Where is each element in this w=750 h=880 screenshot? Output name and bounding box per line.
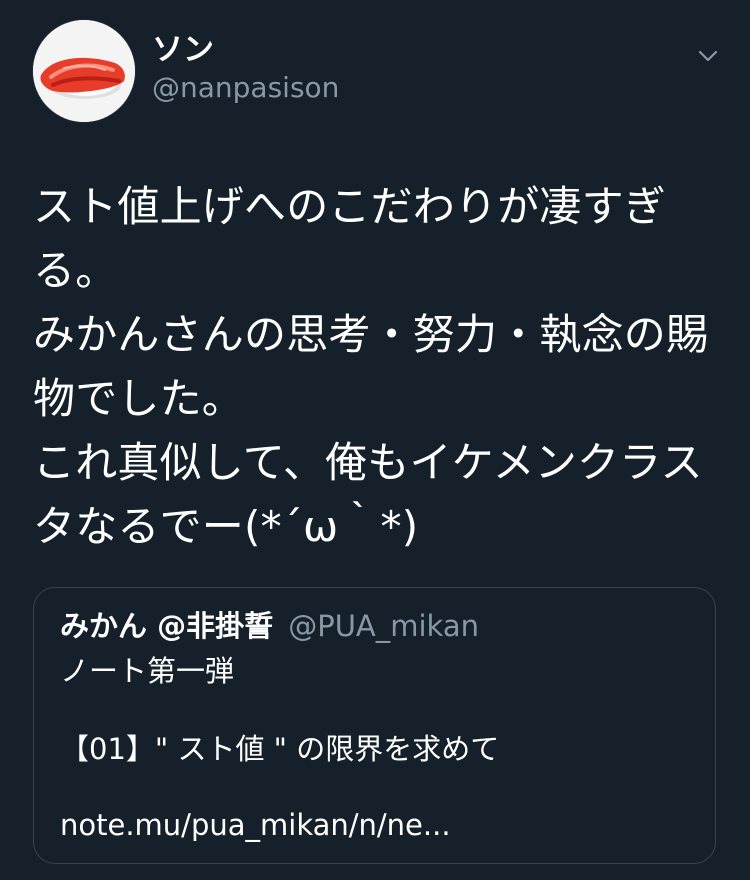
quoted-tweet-header: みかん @非掛誓 @PUA_mikan	[60, 606, 479, 651]
chevron-down-icon[interactable]	[690, 38, 726, 74]
tweet-card: ソン @nanpasison スト値上げへのこだわりが凄すぎる。 みかんさんの思…	[0, 0, 750, 880]
quoted-tweet-title: 【01】" スト値 " の限界を求めて	[60, 732, 500, 766]
quoted-tweet-card[interactable]: みかん @非掛誓 @PUA_mikan ノート第一弾 【01】" スト値 " の…	[33, 587, 716, 864]
quoted-tweet-line-1: ノート第一弾	[60, 654, 235, 688]
sushi-avatar[interactable]	[33, 20, 135, 122]
quoted-tweet-body: ノート第一弾 【01】" スト値 " の限界を求めて note.mu/pua_m…	[60, 652, 700, 844]
tweet-text: スト値上げへのこだわりが凄すぎる。 みかんさんの思考・努力・執念の賜物でした。 …	[33, 182, 709, 551]
quoted-tweet-link[interactable]: note.mu/pua_mikan/n/ne...	[60, 806, 700, 844]
author-handle[interactable]: @nanpasison	[152, 70, 339, 106]
quoted-author-handle: @PUA_mikan	[288, 609, 479, 643]
author-display-name[interactable]: ソン	[152, 30, 214, 70]
quoted-author-display-name: みかん @非掛誓	[60, 609, 274, 643]
